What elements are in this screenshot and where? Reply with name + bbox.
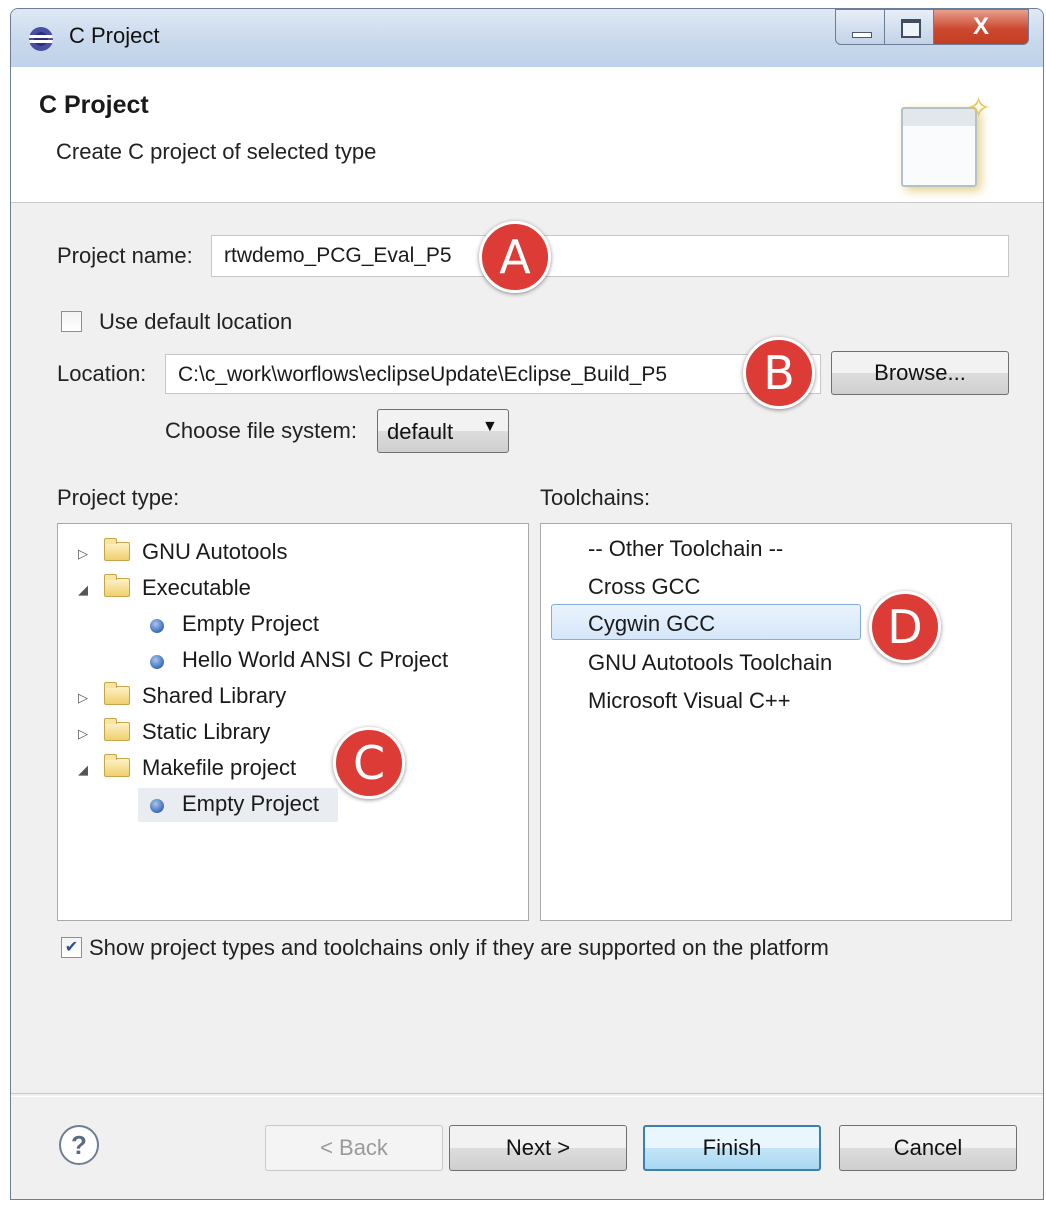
dropdown-arrow-icon: ▼ bbox=[482, 418, 498, 435]
project-type-icon bbox=[150, 655, 164, 669]
collapse-arrow-icon[interactable]: ◢ bbox=[78, 582, 88, 598]
project-type-icon bbox=[150, 799, 164, 813]
annotation-marker-a: A bbox=[479, 221, 551, 293]
folder-icon bbox=[104, 538, 130, 561]
toolchain-item-gnu-autotools[interactable]: GNU Autotools Toolchain bbox=[588, 650, 832, 676]
minimize-button[interactable] bbox=[835, 9, 885, 45]
file-system-select[interactable]: default ▼ bbox=[377, 409, 509, 453]
supported-only-label[interactable]: Show project types and toolchains only i… bbox=[89, 935, 829, 961]
annotation-marker-b: B bbox=[743, 337, 815, 409]
toolchains-label: Toolchains: bbox=[540, 485, 651, 510]
tree-item-label: Hello World ANSI C Project bbox=[182, 647, 449, 672]
next-button[interactable]: Next > bbox=[449, 1125, 627, 1171]
eclipse-icon bbox=[29, 27, 53, 51]
separator bbox=[11, 1093, 1043, 1097]
close-button[interactable]: X bbox=[933, 9, 1029, 45]
banner-description: Create C project of selected type bbox=[56, 139, 377, 164]
tree-item-label: Empty Project bbox=[182, 791, 319, 816]
toolchain-item-cygwin-gcc[interactable]: Cygwin GCC bbox=[588, 611, 715, 637]
toolchain-list[interactable]: -- Other Toolchain -- Cross GCC Cygwin G… bbox=[540, 523, 1012, 921]
toolchain-item-cross-gcc[interactable]: Cross GCC bbox=[588, 574, 700, 600]
help-icon[interactable]: ? bbox=[59, 1125, 99, 1165]
location-input[interactable]: C:\c_work\worflows\eclipseUpdate\Eclipse… bbox=[165, 354, 821, 394]
tree-item-label: GNU Autotools bbox=[142, 539, 288, 564]
banner-title: C Project bbox=[39, 91, 149, 119]
project-name-label: Project name: bbox=[57, 243, 193, 268]
location-label: Location: bbox=[57, 361, 147, 386]
project-name-input[interactable]: rtwdemo_PCG_Eval_P5 bbox=[211, 235, 1009, 277]
tree-item-label: Shared Library bbox=[142, 683, 287, 708]
cancel-button[interactable]: Cancel bbox=[839, 1125, 1017, 1171]
wizard-banner: C Project Create C project of selected t… bbox=[11, 67, 1043, 203]
annotation-marker-d: D bbox=[869, 591, 941, 663]
folder-icon bbox=[104, 754, 130, 777]
toolchain-item-other[interactable]: -- Other Toolchain -- bbox=[588, 536, 783, 562]
c-project-dialog: C Project X C Project Create C project o… bbox=[10, 8, 1044, 1200]
use-default-location-checkbox[interactable] bbox=[61, 311, 82, 332]
project-type-tree[interactable]: ▷ GNU Autotools ◢ Executable Empty Proje… bbox=[57, 523, 529, 921]
close-icon: X bbox=[972, 13, 989, 40]
folder-icon bbox=[104, 574, 130, 597]
expand-arrow-icon[interactable]: ▷ bbox=[78, 690, 88, 706]
tree-item-label: Makefile project bbox=[142, 755, 297, 780]
back-button[interactable]: < Back bbox=[265, 1125, 443, 1171]
folder-icon bbox=[104, 682, 130, 705]
expand-arrow-icon[interactable]: ▷ bbox=[78, 726, 88, 742]
file-system-value: default bbox=[387, 419, 454, 444]
file-system-label: Choose file system: bbox=[165, 418, 357, 443]
tree-item-label: Empty Project bbox=[182, 611, 319, 636]
tree-item-label: Executable bbox=[142, 575, 251, 600]
title-bar[interactable]: C Project X bbox=[11, 9, 1043, 68]
use-default-location-label[interactable]: Use default location bbox=[99, 309, 292, 335]
maximize-button[interactable] bbox=[884, 9, 934, 45]
finish-button[interactable]: Finish bbox=[643, 1125, 821, 1171]
collapse-arrow-icon[interactable]: ◢ bbox=[78, 762, 88, 778]
sparkle-icon: ✧ bbox=[966, 92, 992, 125]
expand-arrow-icon[interactable]: ▷ bbox=[78, 546, 88, 562]
annotation-marker-c: C bbox=[333, 727, 405, 799]
tree-item-makefile-empty-project[interactable]: Empty Project bbox=[138, 788, 338, 822]
maximize-icon bbox=[901, 19, 921, 38]
tree-item-label: Static Library bbox=[142, 719, 271, 744]
toolchain-item-msvc[interactable]: Microsoft Visual C++ bbox=[588, 688, 791, 714]
window-title: C Project bbox=[69, 23, 160, 48]
project-type-label: Project type: bbox=[57, 485, 180, 510]
browse-button[interactable]: Browse... bbox=[831, 351, 1009, 395]
folder-icon bbox=[104, 718, 130, 741]
supported-only-checkbox[interactable]: ✔ bbox=[61, 937, 82, 958]
project-type-icon bbox=[150, 619, 164, 633]
minimize-icon bbox=[852, 32, 872, 38]
